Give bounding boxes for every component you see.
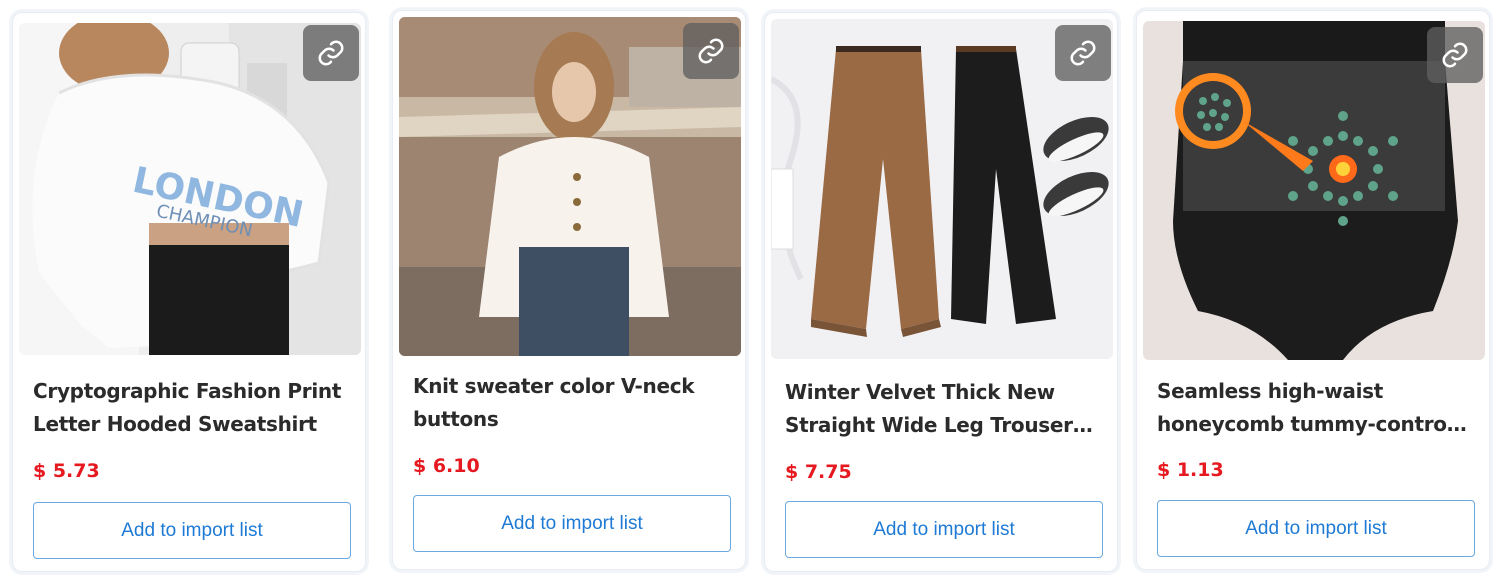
- link-icon: [318, 40, 344, 66]
- product-price: $ 5.73: [33, 460, 100, 482]
- add-to-import-list-button[interactable]: Add to import list: [413, 495, 731, 552]
- product-card[interactable]: Knit sweater color V-neck buttons $ 6.10…: [392, 10, 746, 570]
- product-card[interactable]: Seamless high-waist honeycomb tummy-cont…: [1136, 10, 1490, 570]
- add-to-import-list-button[interactable]: Add to import list: [33, 502, 351, 559]
- product-price: $ 6.10: [413, 455, 480, 477]
- copy-link-button[interactable]: [1055, 25, 1111, 81]
- copy-link-button[interactable]: [683, 23, 739, 79]
- product-card[interactable]: Winter Velvet Thick New Straight Wide Le…: [764, 12, 1118, 572]
- copy-link-button[interactable]: [1427, 27, 1483, 83]
- add-to-import-list-button[interactable]: Add to import list: [1157, 500, 1475, 557]
- product-title[interactable]: Winter Velvet Thick New Straight Wide Le…: [785, 376, 1099, 442]
- product-title[interactable]: Cryptographic Fashion Print Letter Hoode…: [33, 375, 347, 441]
- copy-link-button[interactable]: [303, 25, 359, 81]
- add-to-import-list-button[interactable]: Add to import list: [785, 501, 1103, 558]
- link-icon: [698, 38, 724, 64]
- product-price: $ 1.13: [1157, 459, 1224, 481]
- product-card[interactable]: LONDON CHAMPION Cryptographic Fashion Pr…: [12, 12, 366, 572]
- product-price: $ 7.75: [785, 461, 852, 483]
- product-title[interactable]: Knit sweater color V-neck buttons: [413, 370, 727, 436]
- product-title[interactable]: Seamless high-waist honeycomb tummy-cont…: [1157, 375, 1471, 441]
- link-icon: [1442, 42, 1468, 68]
- link-icon: [1070, 40, 1096, 66]
